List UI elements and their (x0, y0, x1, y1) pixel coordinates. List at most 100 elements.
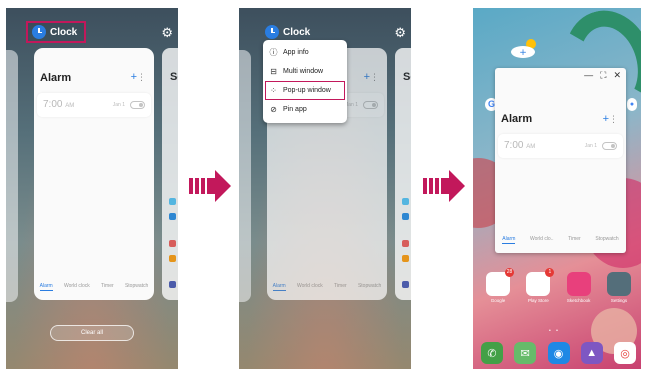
alarm-item[interactable]: 7:00 AM Jan 1 (498, 134, 623, 158)
tab-timer[interactable]: Timer (568, 236, 581, 244)
menu-item-multi-window[interactable]: ⊟ Multi window (263, 62, 347, 81)
gallery-icon[interactable]: ▲ (580, 342, 603, 364)
more-options-icon[interactable]: ⋮ (609, 114, 618, 125)
menu-item-label: App info (283, 49, 309, 56)
gear-icon[interactable]: ⚙ (161, 25, 173, 41)
tab-stopwatch[interactable]: Stopwatch (358, 283, 381, 291)
arrow-right-icon (423, 170, 465, 202)
wifi-icon (169, 198, 176, 205)
menu-item-label: Pin app (283, 106, 307, 113)
wifi-icon (402, 198, 409, 205)
play-store-icon: 1 (526, 268, 555, 296)
pop-up-window-icon: ⁘ (270, 86, 277, 95)
clock-tabs: Alarm World clock Timer Stopwatch (34, 283, 154, 291)
clock-app-name: Clock (283, 26, 311, 38)
next-app-title: Se (403, 71, 411, 83)
alarm-item[interactable]: 7:00 AM Jan 1 (37, 93, 151, 117)
notification-badge: 28 (505, 268, 514, 277)
menu-item-app-info[interactable]: ⓘ App info (263, 43, 347, 62)
app-google-folder[interactable]: 28 Google (481, 268, 515, 303)
app-label: Settings (610, 298, 628, 303)
clear-all-button[interactable]: Clear all (50, 325, 134, 341)
alarm-toggle[interactable] (363, 101, 378, 109)
page-indicator: • • (549, 328, 560, 334)
google-folder-icon: 28 (486, 268, 514, 296)
app-context-menu: ⓘ App info ⊟ Multi window ⁘ Pop-up windo… (263, 40, 347, 123)
app-play-store[interactable]: 1 Play Store (521, 268, 555, 303)
app-label: Sketchbook (566, 298, 591, 303)
tab-timer[interactable]: Timer (101, 283, 114, 291)
clock-app-header[interactable]: Clock (26, 21, 86, 43)
menu-item-pin-app[interactable]: ⊘ Pin app (263, 100, 347, 119)
pin-icon: ⊘ (270, 105, 277, 114)
chrome-icon[interactable]: ◎ (614, 342, 636, 364)
alarm-title: Alarm (501, 113, 533, 125)
clock-tabs: Alarm World clo.. Timer Stopwatch (495, 236, 626, 244)
tab-alarm[interactable]: Alarm (272, 283, 286, 291)
app-sketchbook[interactable]: Sketchbook (562, 272, 596, 303)
next-app-card[interactable]: Se (395, 48, 411, 300)
phone-icon[interactable]: ✆ (481, 342, 503, 364)
menu-item-pop-up-window[interactable]: ⁘ Pop-up window (265, 81, 345, 100)
sound-icon (169, 240, 176, 247)
home-dock: ✆ ✉ ◉ ▲ ◎ (481, 342, 636, 364)
alarm-title: Alarm (40, 72, 72, 84)
more-options-icon[interactable]: ⋮ (137, 72, 146, 83)
notification-badge: 1 (545, 268, 555, 277)
clock-app-name: Clock (50, 26, 78, 38)
alarm-toggle[interactable] (602, 142, 617, 150)
app-label: Google (490, 298, 506, 303)
bluetooth-icon (402, 213, 409, 220)
menu-item-label: Pop-up window (283, 87, 331, 94)
clock-icon (32, 25, 46, 39)
tab-alarm[interactable]: Alarm (502, 236, 516, 244)
settings-icon (606, 272, 631, 296)
svg-text:+: + (519, 48, 527, 58)
home-app-row: 28 Google 1 Play Store Sketchbook Settin… (481, 268, 636, 303)
camera-icon[interactable]: ◉ (547, 342, 570, 364)
messages-icon[interactable]: ✉ (514, 342, 537, 364)
tab-alarm[interactable]: Alarm (39, 283, 53, 291)
maximize-icon[interactable]: ⛶ (600, 70, 606, 81)
clock-tabs: Alarm World clock Timer Stopwatch (267, 283, 387, 291)
alarm-time: 7:00 AM (504, 140, 536, 151)
next-app-title: Se (170, 71, 178, 83)
mic-icon[interactable]: ● (627, 98, 637, 111)
alarm-days: Jan 1 (584, 143, 597, 149)
alarm-days: Jan 1 (112, 102, 125, 108)
bluetooth-icon (169, 213, 176, 220)
notification-icon (169, 255, 176, 262)
clock-icon (265, 25, 279, 39)
gear-icon[interactable]: ⚙ (394, 25, 406, 41)
sketchbook-icon (566, 272, 591, 296)
close-icon[interactable]: ✕ (613, 70, 621, 81)
display-icon (402, 281, 409, 288)
alarm-days: Jan 1 (345, 102, 358, 108)
menu-item-label: Multi window (283, 68, 324, 75)
tab-stopwatch[interactable]: Stopwatch (595, 236, 618, 244)
info-icon: ⓘ (269, 48, 278, 57)
multi-window-icon: ⊟ (270, 67, 277, 76)
clock-pop-up-window[interactable]: — ⛶ ✕ Alarm + ⋮ 7:00 AM Jan 1 Alarm Worl… (495, 68, 626, 253)
tab-timer[interactable]: Timer (334, 283, 347, 291)
weather-widget-icon[interactable]: + (509, 36, 541, 60)
pop-up-title-bar[interactable]: — ⛶ ✕ (495, 68, 626, 82)
app-label: Play Store (527, 298, 549, 303)
tab-world-clock[interactable]: World clo.. (530, 236, 554, 244)
previous-app-card[interactable] (6, 50, 18, 302)
arrow-right-icon (189, 170, 231, 202)
tab-world-clock[interactable]: World clock (297, 283, 323, 291)
tab-stopwatch[interactable]: Stopwatch (125, 283, 148, 291)
previous-app-card[interactable] (239, 50, 251, 302)
recents-menu-screen: Se Clock ⚙ Alarm + ⋮ 7:00 AM Jan 1 Alarm… (239, 8, 411, 369)
minimize-icon[interactable]: — (584, 70, 593, 80)
more-options-icon[interactable]: ⋮ (370, 72, 379, 83)
next-app-card[interactable]: Se (162, 48, 178, 300)
display-icon (169, 281, 176, 288)
tab-world-clock[interactable]: World clock (64, 283, 90, 291)
recents-screen: Se Clock ⚙ Alarm + ⋮ 7:00 AM Jan 1 Alarm… (6, 8, 178, 369)
sound-icon (402, 240, 409, 247)
app-settings[interactable]: Settings (602, 272, 636, 303)
clock-app-card[interactable]: Alarm + ⋮ 7:00 AM Jan 1 Alarm World cloc… (34, 48, 154, 300)
alarm-toggle[interactable] (130, 101, 145, 109)
